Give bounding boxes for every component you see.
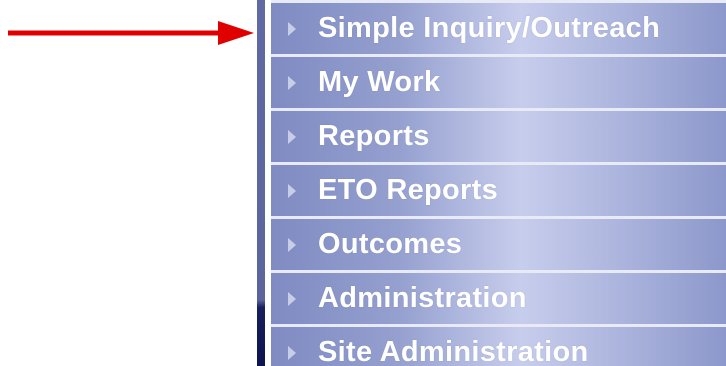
chevron-right-icon [288,22,296,36]
chevron-right-icon [288,130,296,144]
menu-item-eto-reports[interactable]: ETO Reports [271,165,726,219]
chevron-right-icon [288,292,296,306]
chevron-right-icon [288,346,296,360]
chevron-right-icon [288,238,296,252]
chevron-right-icon [288,184,296,198]
chevron-right-icon [288,76,296,90]
menu-item-my-work[interactable]: My Work [271,57,726,111]
menu-item-administration[interactable]: Administration [271,273,726,327]
screenshot-stage: Simple Inquiry/Outreach My Work Reports … [0,0,726,366]
menu-item-simple-inquiry-outreach[interactable]: Simple Inquiry/Outreach [271,0,726,57]
menu-item-label: My Work [318,66,441,98]
navigation-menu: Simple Inquiry/Outreach My Work Reports … [271,0,726,366]
menu-item-outcomes[interactable]: Outcomes [271,219,726,273]
menu-item-label: Site Administration [318,336,589,366]
menu-item-label: ETO Reports [318,174,499,206]
menu-item-label: Administration [318,282,527,314]
menu-item-reports[interactable]: Reports [271,111,726,165]
frame-scroll-strip [257,0,265,366]
annotation-arrow-icon [8,21,254,45]
menu-item-label: Outcomes [318,228,463,260]
menu-item-label: Simple Inquiry/Outreach [318,12,661,44]
menu-item-label: Reports [318,120,430,152]
menu-item-site-administration[interactable]: Site Administration [271,327,726,366]
